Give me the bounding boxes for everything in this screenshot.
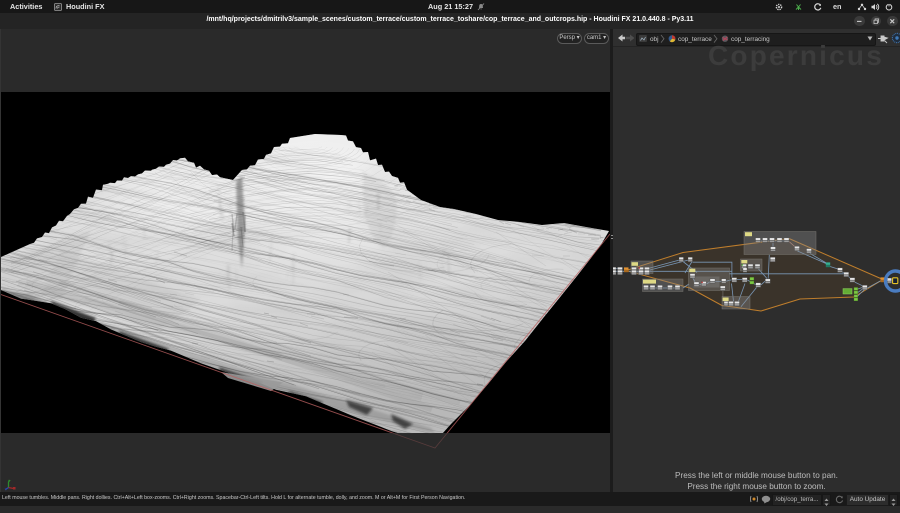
- svg-text:obj: obj: [650, 36, 659, 43]
